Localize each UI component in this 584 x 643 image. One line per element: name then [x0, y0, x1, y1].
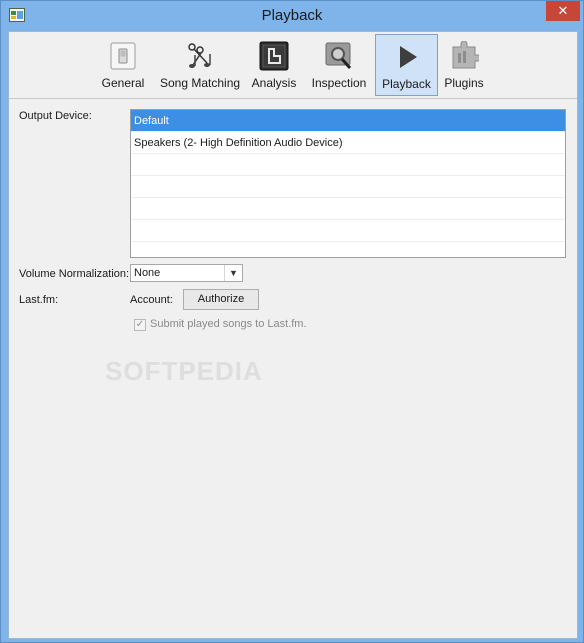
tab-playback[interactable]: Playback: [375, 34, 438, 96]
close-button[interactable]: ✕: [546, 1, 580, 21]
softpedia-watermark: SOFTPEDIA: [105, 356, 263, 386]
checkmark-icon: ✓: [135, 319, 145, 330]
preferences-toolbar: General Song Matching Analysis Inspectio…: [9, 32, 577, 99]
tab-general[interactable]: General: [98, 34, 148, 96]
tab-plugins[interactable]: Plugins: [443, 34, 485, 96]
empty-list-row: [131, 176, 565, 198]
tab-general-label: General: [101, 76, 145, 90]
puzzle-icon: [452, 41, 479, 69]
list-item[interactable]: Default: [131, 110, 565, 132]
tab-analysis-label: Analysis: [251, 76, 297, 90]
playback-window: Playback ✕ General Song Matching Analysi…: [0, 0, 584, 643]
submit-songs-label: Submit played songs to Last.fm.: [150, 318, 307, 330]
window-title: Playback: [261, 7, 323, 24]
tab-plugins-label: Plugins: [444, 76, 484, 90]
authorize-button[interactable]: Authorize: [183, 289, 259, 310]
empty-list-row: [131, 242, 565, 257]
inspection-magnifier-icon: [325, 42, 352, 69]
volume-normalization-label: Volume Normalization:: [19, 268, 130, 280]
switch-icon: [110, 42, 136, 70]
tab-playback-label: Playback: [382, 77, 431, 91]
volume-normalization-value: None: [134, 267, 161, 279]
tab-song-matching-label: Song Matching: [160, 76, 241, 90]
list-item[interactable]: Speakers (2- High Definition Audio Devic…: [131, 132, 565, 154]
tab-inspection-label: Inspection: [311, 76, 367, 90]
empty-list-row: [131, 220, 565, 242]
empty-list-row: [131, 198, 565, 220]
submit-songs-checkbox[interactable]: ✓: [134, 319, 146, 331]
close-icon: ✕: [557, 3, 569, 18]
title-bar[interactable]: Playback ✕: [1, 1, 583, 31]
music-notes-icon: [188, 43, 211, 68]
preferences-panel: General Song Matching Analysis Inspectio…: [8, 31, 578, 639]
analysis-icon: [259, 41, 289, 71]
volume-normalization-select[interactable]: None ▼: [130, 264, 243, 282]
output-device-list[interactable]: Default Speakers (2- High Definition Aud…: [130, 109, 566, 258]
play-icon: [399, 46, 417, 68]
output-device-label: Output Device:: [19, 110, 92, 122]
chevron-down-icon[interactable]: ▼: [224, 265, 242, 281]
tab-analysis[interactable]: Analysis: [251, 34, 297, 96]
tab-song-matching[interactable]: Song Matching: [160, 34, 240, 96]
tab-inspection[interactable]: Inspection: [309, 34, 369, 96]
lastfm-account-label: Account:: [130, 294, 173, 306]
empty-list-row: [131, 154, 565, 176]
lastfm-label: Last.fm:: [19, 294, 59, 306]
